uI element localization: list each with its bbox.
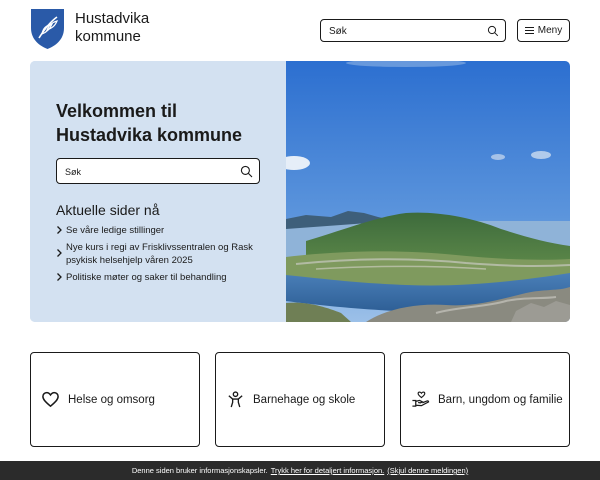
page-title-line-1: Velkommen til: [56, 101, 178, 121]
hand-heart-icon: [412, 391, 430, 407]
header-search: [320, 19, 506, 42]
hero-search-input[interactable]: [65, 165, 225, 179]
heart-icon: [42, 391, 59, 408]
search-icon[interactable]: [240, 165, 253, 178]
current-pages-list: Se våre ledige stillinger Nye kurs i reg…: [56, 224, 261, 288]
logo-line-2: kommune: [75, 28, 141, 45]
category-card-label: Barnehage og skole: [253, 393, 356, 406]
chevron-right-icon: [57, 273, 62, 281]
hero-section: Velkommen til Hustadvika kommune Aktuell…: [30, 61, 570, 322]
current-page-link-label: Se våre ledige stillinger: [66, 225, 165, 236]
cookie-banner-text: Denne siden bruker informasjonskapsler.: [131, 466, 268, 475]
hero-landscape-photo: [286, 61, 570, 322]
coat-of-arms-icon[interactable]: [30, 8, 65, 50]
hero-panel: Velkommen til Hustadvika kommune Aktuell…: [30, 61, 286, 322]
current-page-link[interactable]: Se våre ledige stillinger: [56, 224, 261, 237]
current-page-link[interactable]: Nye kurs i regi av Frisklivssentralen og…: [56, 241, 261, 267]
page-title-line-2: Hustadvika kommune: [56, 125, 243, 145]
category-card-family[interactable]: Barn, ungdom og familie: [400, 352, 570, 447]
page-title: Velkommen til Hustadvika kommune: [56, 99, 276, 147]
chevron-right-icon: [57, 249, 62, 257]
search-icon[interactable]: [487, 25, 499, 37]
category-card-health[interactable]: Helse og omsorg: [30, 352, 200, 447]
current-page-link-label: Politiske møter og saker til behandling: [66, 272, 227, 283]
category-card-label: Barn, ungdom og familie: [438, 393, 563, 406]
menu-button[interactable]: Meny: [517, 19, 570, 42]
site-logo-text[interactable]: Hustadvika kommune: [75, 10, 149, 46]
category-card-school[interactable]: Barnehage og skole: [215, 352, 385, 447]
cookie-more-info-link[interactable]: Trykk her for detaljert informasjon.: [271, 466, 385, 475]
cookie-dismiss-link[interactable]: (Skjul denne meldingen): [387, 466, 468, 475]
logo-line-1: Hustadvika: [75, 10, 150, 27]
current-page-link[interactable]: Politiske møter og saker til behandling: [56, 271, 261, 284]
header-search-input[interactable]: [329, 24, 479, 38]
current-pages-heading: Aktuelle sider nå: [56, 202, 160, 218]
hamburger-icon: [524, 26, 534, 35]
menu-button-label: Meny: [537, 25, 563, 36]
current-page-link-label: Nye kurs i regi av Frisklivssentralen og…: [66, 242, 253, 266]
site-header: Hustadvika kommune Meny: [0, 0, 600, 60]
category-card-label: Helse og omsorg: [68, 393, 155, 406]
child-icon: [228, 391, 243, 408]
chevron-right-icon: [57, 226, 62, 234]
cookie-banner: Denne siden bruker informasjonskapsler. …: [0, 461, 600, 480]
hero-search: [56, 158, 260, 184]
